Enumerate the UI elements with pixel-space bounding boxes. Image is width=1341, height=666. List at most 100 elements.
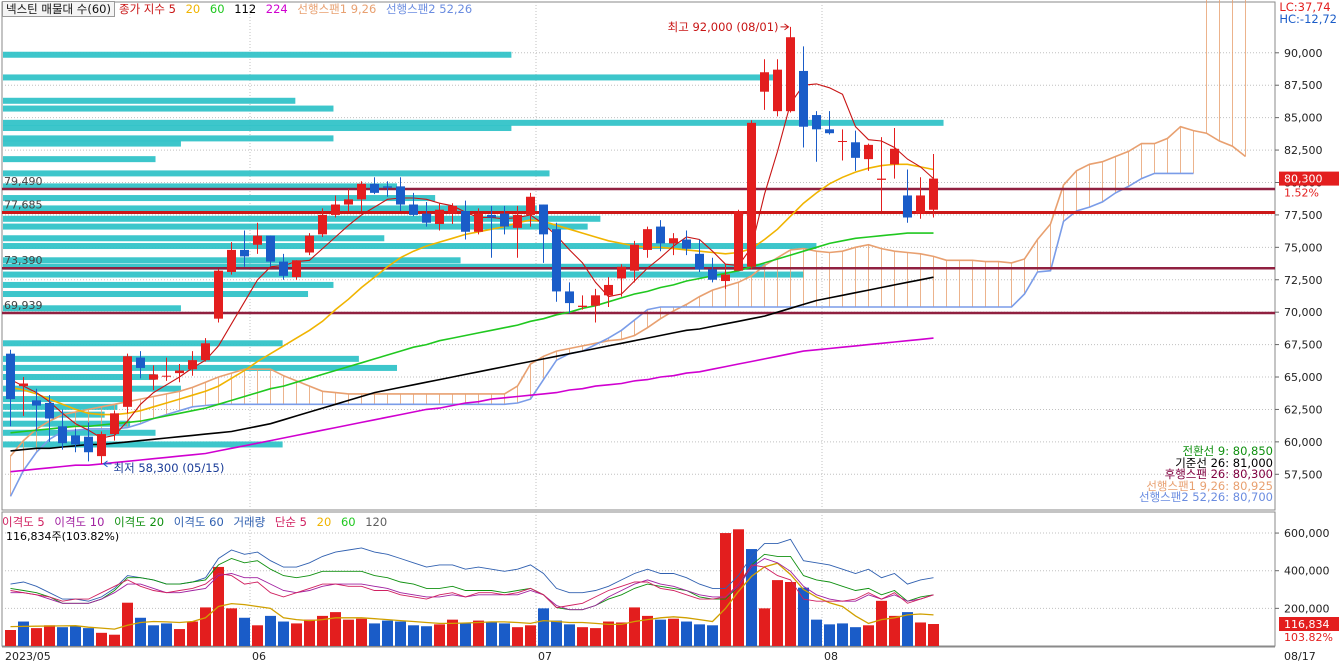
lc-hc-readout: LC:37,74 HC:-12,72 [1279,1,1337,25]
candle-body [266,235,275,262]
x-axis-label: 07 [538,650,552,663]
volume-bar [226,608,237,646]
volume-bar [759,608,770,646]
candle-body [474,213,483,232]
candle-body [708,269,717,280]
profile-bar [3,243,817,250]
volume-label[interactable]: 거래량 [233,515,265,529]
volume-bar [850,627,861,646]
candle-body [136,357,145,368]
candle-body [773,69,782,112]
volume-bar [473,620,484,646]
volume-bar [96,632,107,646]
candle-body [539,204,548,235]
low-annotation: 최저 58,300 (05/15) [114,461,225,475]
candle-body [71,435,80,445]
price-tick-label: 62,500 [1284,403,1323,416]
volume-bar [395,621,406,646]
price-header: 넥스틴 매물대 수(60) 종가 지수 5 20 60 112 224 선행스팬1… [2,1,472,17]
candle-body [513,214,522,228]
leading-span2-value: 선행스팬2 52,26: 80,700 [1139,490,1273,504]
volume-ma-60-label[interactable]: 60 [341,515,356,529]
candle-body [162,375,171,377]
volume-bar [187,621,198,646]
volume-bar [109,634,120,646]
disparity-10-label[interactable]: 이격도 10 [54,515,104,529]
candle-body [487,214,496,218]
hc-value: HC:-12,72 [1279,12,1337,26]
volume-bar [408,625,419,646]
volume-bar [655,619,666,646]
candle-body [188,360,197,370]
volume-bar [772,580,783,646]
volume-bar [18,621,29,646]
volume-bar [434,624,445,646]
volume-bar [538,608,549,646]
volume-bar [252,625,263,646]
candle-body [864,144,873,160]
profile-bar [3,125,512,132]
volume-bar [343,619,354,646]
price-tick-label: 72,500 [1284,274,1323,287]
candle-body [526,196,535,215]
volume-bar [590,628,601,646]
volume-bar [70,626,81,646]
candle-body [227,249,236,272]
span1-label[interactable]: 선행스팬1 9,26 [297,2,376,16]
candle-body [201,343,210,361]
volume-ma-120-label[interactable]: 120 [365,515,387,529]
profile-bar [3,105,334,112]
volume-bar [421,626,432,646]
volume-subtitle: 116,834주(103.82%) [6,530,120,543]
volume-bar [876,600,887,646]
candle-body [279,261,288,276]
ma-label[interactable]: 종가 지수 5 [119,2,176,16]
profile-bar [3,195,436,202]
ma-112-label[interactable]: 112 [234,2,256,16]
volume-bar [291,623,302,646]
profile-bar [3,156,156,163]
price-tick-label: 70,000 [1284,306,1323,319]
candle-body [97,434,106,457]
x-axis-label: 08 [824,650,838,663]
disparity-5-label[interactable]: 이격도 5 [2,515,45,529]
volume-ma-20-label[interactable]: 20 [317,515,332,529]
candle-body [45,402,54,419]
price-level-label: 69,939 [4,299,43,312]
volume-ma-label[interactable]: 단순 5 [275,515,307,529]
disparity-60-label[interactable]: 이격도 60 [174,515,224,529]
volume-bar [44,625,55,646]
volume-bar [83,628,94,646]
volume-bar [460,623,471,646]
volume-bar [889,615,900,646]
candle-body [851,142,860,158]
candle-body [760,72,769,92]
candle-body [799,70,808,127]
volume-bar [798,587,809,646]
candle-body [630,244,639,271]
candle-body [812,115,821,130]
candle-body [175,370,184,374]
volume-tick-label: 200,000 [1284,602,1330,615]
profile-bar [3,97,296,104]
ma-60-label[interactable]: 60 [210,2,225,16]
price-tick-label: 67,500 [1284,339,1323,352]
volume-bar [902,612,913,646]
candle-body [695,253,704,270]
candle-body [786,37,795,112]
candle-body [305,235,314,253]
volume-bar [707,625,718,646]
current-volume-label: 116,834 [1284,618,1330,631]
profile-bar [3,135,334,142]
candle-body [435,209,444,224]
price-tick-label: 82,500 [1284,144,1323,157]
disparity-20-label[interactable]: 이격도 20 [114,515,164,529]
ma-224-label[interactable]: 224 [266,2,288,16]
ma-20-label[interactable]: 20 [186,2,201,16]
volume-bar [811,619,822,646]
candle-body [578,305,587,307]
candle-body [370,183,379,193]
span2-label[interactable]: 선행스팬2 52,26 [386,2,472,16]
volume-bar [239,617,250,646]
chart-title[interactable]: 넥스틴 매물대 수(60) [2,1,115,17]
